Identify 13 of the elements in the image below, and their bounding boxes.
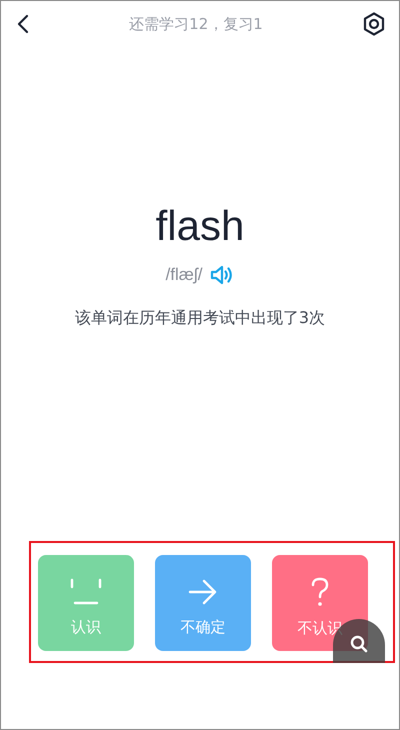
answer-button[interactable]: 不确定: [155, 555, 251, 651]
smile-icon: [69, 578, 103, 606]
progress-title: 还需学习12，复习1: [129, 14, 263, 34]
settings-icon[interactable]: [362, 12, 385, 36]
answer-button[interactable]: 认识: [38, 555, 134, 651]
search-icon: [350, 635, 368, 653]
phonetic-text: /flæʃ/: [166, 265, 202, 285]
arrow-icon: [188, 578, 218, 606]
speaker-icon[interactable]: [210, 264, 234, 286]
back-icon[interactable]: [17, 14, 29, 34]
word-text: flash: [154, 202, 246, 250]
question-icon: [310, 576, 330, 606]
exam-frequency-text: 该单词在历年通用考试中出现了3次: [74, 308, 326, 329]
